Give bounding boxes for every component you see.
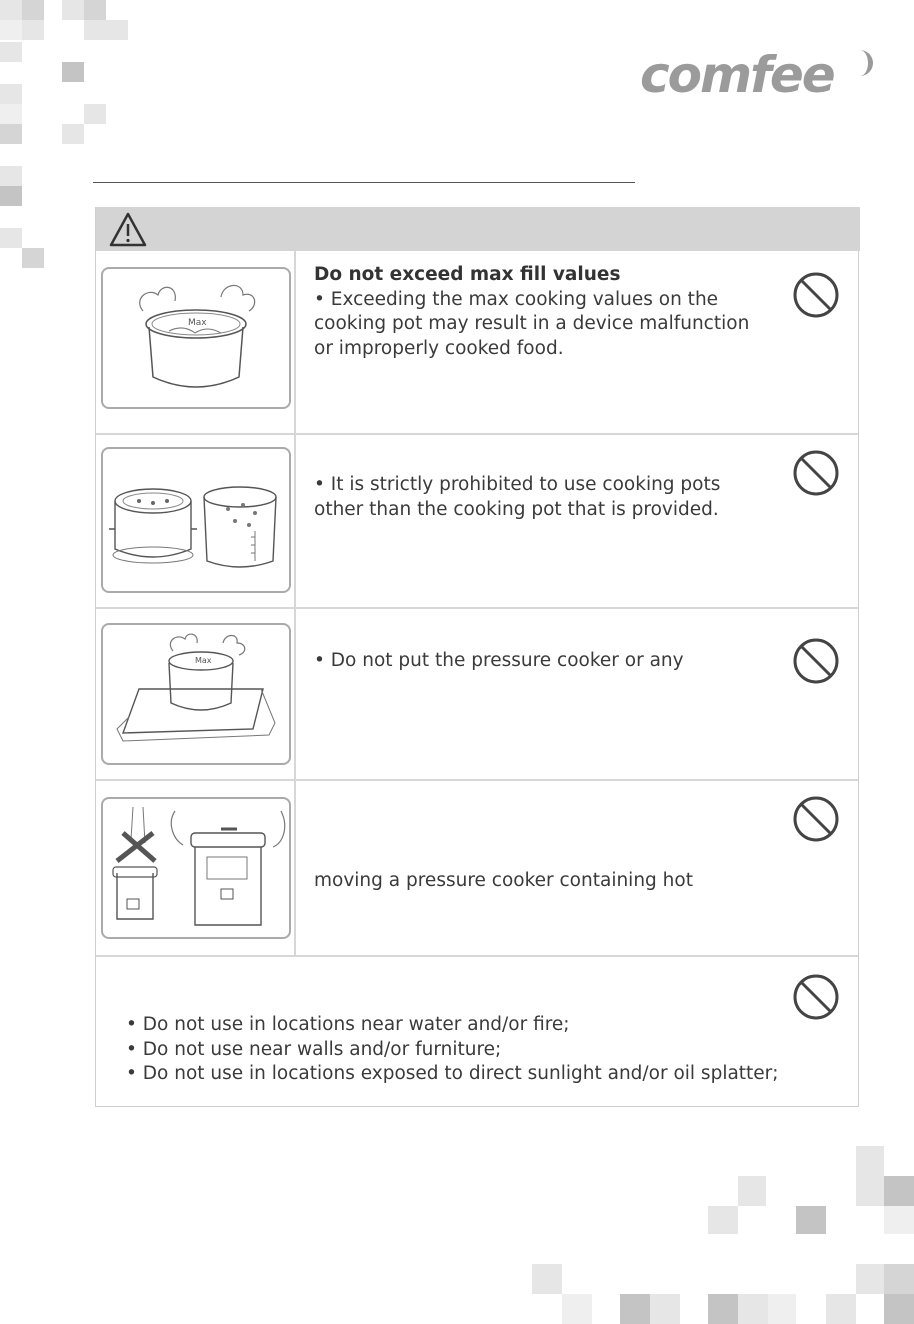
prohibition-circle-icon: [793, 272, 839, 318]
illustration-max-fill: Max: [101, 267, 291, 409]
warning-text: • Do not put the pressure cooker or any: [314, 649, 764, 674]
warning-panel: Max Do not exceed max fill values • Exce…: [95, 207, 860, 1107]
warning-text: Do not exceed max fill values • Exceedin…: [314, 263, 764, 361]
pot-on-soft-surface-image: Max: [116, 633, 276, 742]
pressure-cooker-and-pot-image: [109, 486, 277, 568]
warning-triangle-icon: [109, 212, 147, 247]
warning-row: Max Do not exceed max fill values • Exce…: [96, 251, 858, 435]
list-item: • Do not use near walls and/or furniture…: [126, 1038, 502, 1060]
warning-row: • Do not use in locations near water and…: [96, 957, 858, 1107]
warning-row: moving a pressure cooker containing hot: [96, 781, 858, 957]
logo-mark: [850, 50, 873, 76]
warning-row: Max • Do not put the pressure cooker or …: [96, 609, 858, 781]
warning-row: • It is strictly prohibited to use cooki…: [96, 435, 858, 609]
list-item: • Do not use in locations near water and…: [126, 1014, 570, 1035]
image-cell: Max: [96, 609, 296, 779]
warning-text: moving a pressure cooker containing hot: [314, 869, 764, 894]
brand-logo: comfee: [640, 46, 836, 104]
illustration-pot-comparison: [101, 447, 291, 593]
max-label: Max: [195, 656, 212, 665]
carrying-pressure-cooker-image: [112, 806, 286, 926]
illustration-carrying-cooker: [101, 797, 291, 939]
warning-body: • Exceeding the max cooking values on th…: [314, 288, 750, 359]
cooking-pot-steam-image: Max: [139, 284, 256, 388]
warning-header-bar: [96, 207, 860, 251]
prohibition-circle-icon: [793, 796, 839, 842]
illustration-unstable-surface: Max: [101, 623, 291, 765]
warning-body: • It is strictly prohibited to use cooki…: [314, 474, 721, 520]
image-cell: [96, 781, 296, 955]
warning-title: Do not exceed max fill values: [314, 264, 621, 285]
image-cell: Max: [96, 251, 296, 433]
header-divider: [93, 182, 635, 183]
warning-body: • Do not put the pressure cooker or any: [314, 650, 684, 671]
image-cell: [96, 435, 296, 607]
prohibition-circle-icon: [793, 450, 839, 496]
prohibition-circle-icon: [793, 638, 839, 684]
list-item: • Do not use in locations exposed to dir…: [126, 1063, 779, 1084]
warning-text: • It is strictly prohibited to use cooki…: [314, 473, 764, 522]
location-bullet-list: • Do not use in locations near water and…: [126, 1013, 846, 1087]
warning-body: moving a pressure cooker containing hot: [314, 870, 693, 891]
max-label: Max: [188, 318, 207, 328]
prohibition-circle-icon: [793, 974, 839, 1020]
